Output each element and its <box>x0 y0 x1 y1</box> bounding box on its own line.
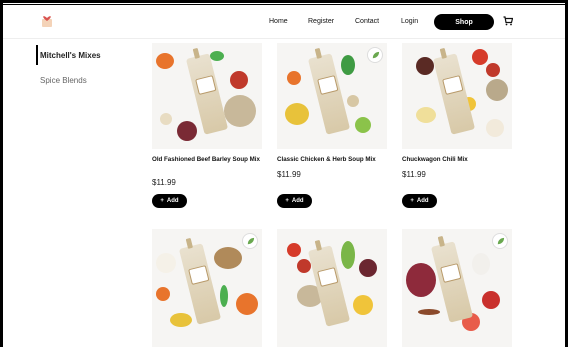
leaf-badge-icon <box>492 233 508 249</box>
product-image[interactable] <box>277 43 387 149</box>
product-price: $11.99 <box>402 170 426 179</box>
product-title[interactable]: Chuckwagon Chili Mix <box>402 156 514 164</box>
shop-button[interactable]: Shop <box>434 14 494 30</box>
plus-icon: + <box>285 198 289 204</box>
product-title[interactable]: Classic Chicken & Herb Soup Mix <box>277 156 389 164</box>
product-image[interactable] <box>152 229 262 347</box>
product-package <box>432 53 476 135</box>
product-price: $11.99 <box>277 170 301 179</box>
leaf-badge-icon <box>367 47 383 63</box>
nav-login-link[interactable]: Login <box>401 18 418 25</box>
product-price: $11.99 <box>152 178 176 187</box>
product-title[interactable]: Old Fashioned Beef Barley Soup Mix <box>152 156 264 164</box>
leaf-badge-icon <box>242 233 258 249</box>
sidebar-item-mitchells-mixes[interactable]: Mitchell's Mixes <box>40 51 101 60</box>
add-button-label: Add <box>416 198 429 204</box>
add-to-cart-button[interactable]: + Add <box>277 194 312 208</box>
add-button-label: Add <box>166 198 179 204</box>
sidebar-item-spice-blends[interactable]: Spice Blends <box>40 76 87 85</box>
product-image[interactable] <box>402 43 512 149</box>
add-button-label: Add <box>291 198 304 204</box>
product-image[interactable] <box>152 43 262 149</box>
nav-contact-link[interactable]: Contact <box>355 18 379 25</box>
add-to-cart-button[interactable]: + Add <box>152 194 187 208</box>
nav-home-link[interactable]: Home <box>269 18 288 25</box>
plus-icon: + <box>160 198 164 204</box>
brand-logo-icon[interactable] <box>40 12 54 28</box>
plus-icon: + <box>410 198 414 204</box>
site-header: Home Register Contact Login Shop <box>3 5 565 39</box>
product-image[interactable] <box>277 229 387 347</box>
cart-icon[interactable] <box>503 16 513 26</box>
product-image[interactable] <box>402 229 512 347</box>
nav-register-link[interactable]: Register <box>308 18 334 25</box>
add-to-cart-button[interactable]: + Add <box>402 194 437 208</box>
